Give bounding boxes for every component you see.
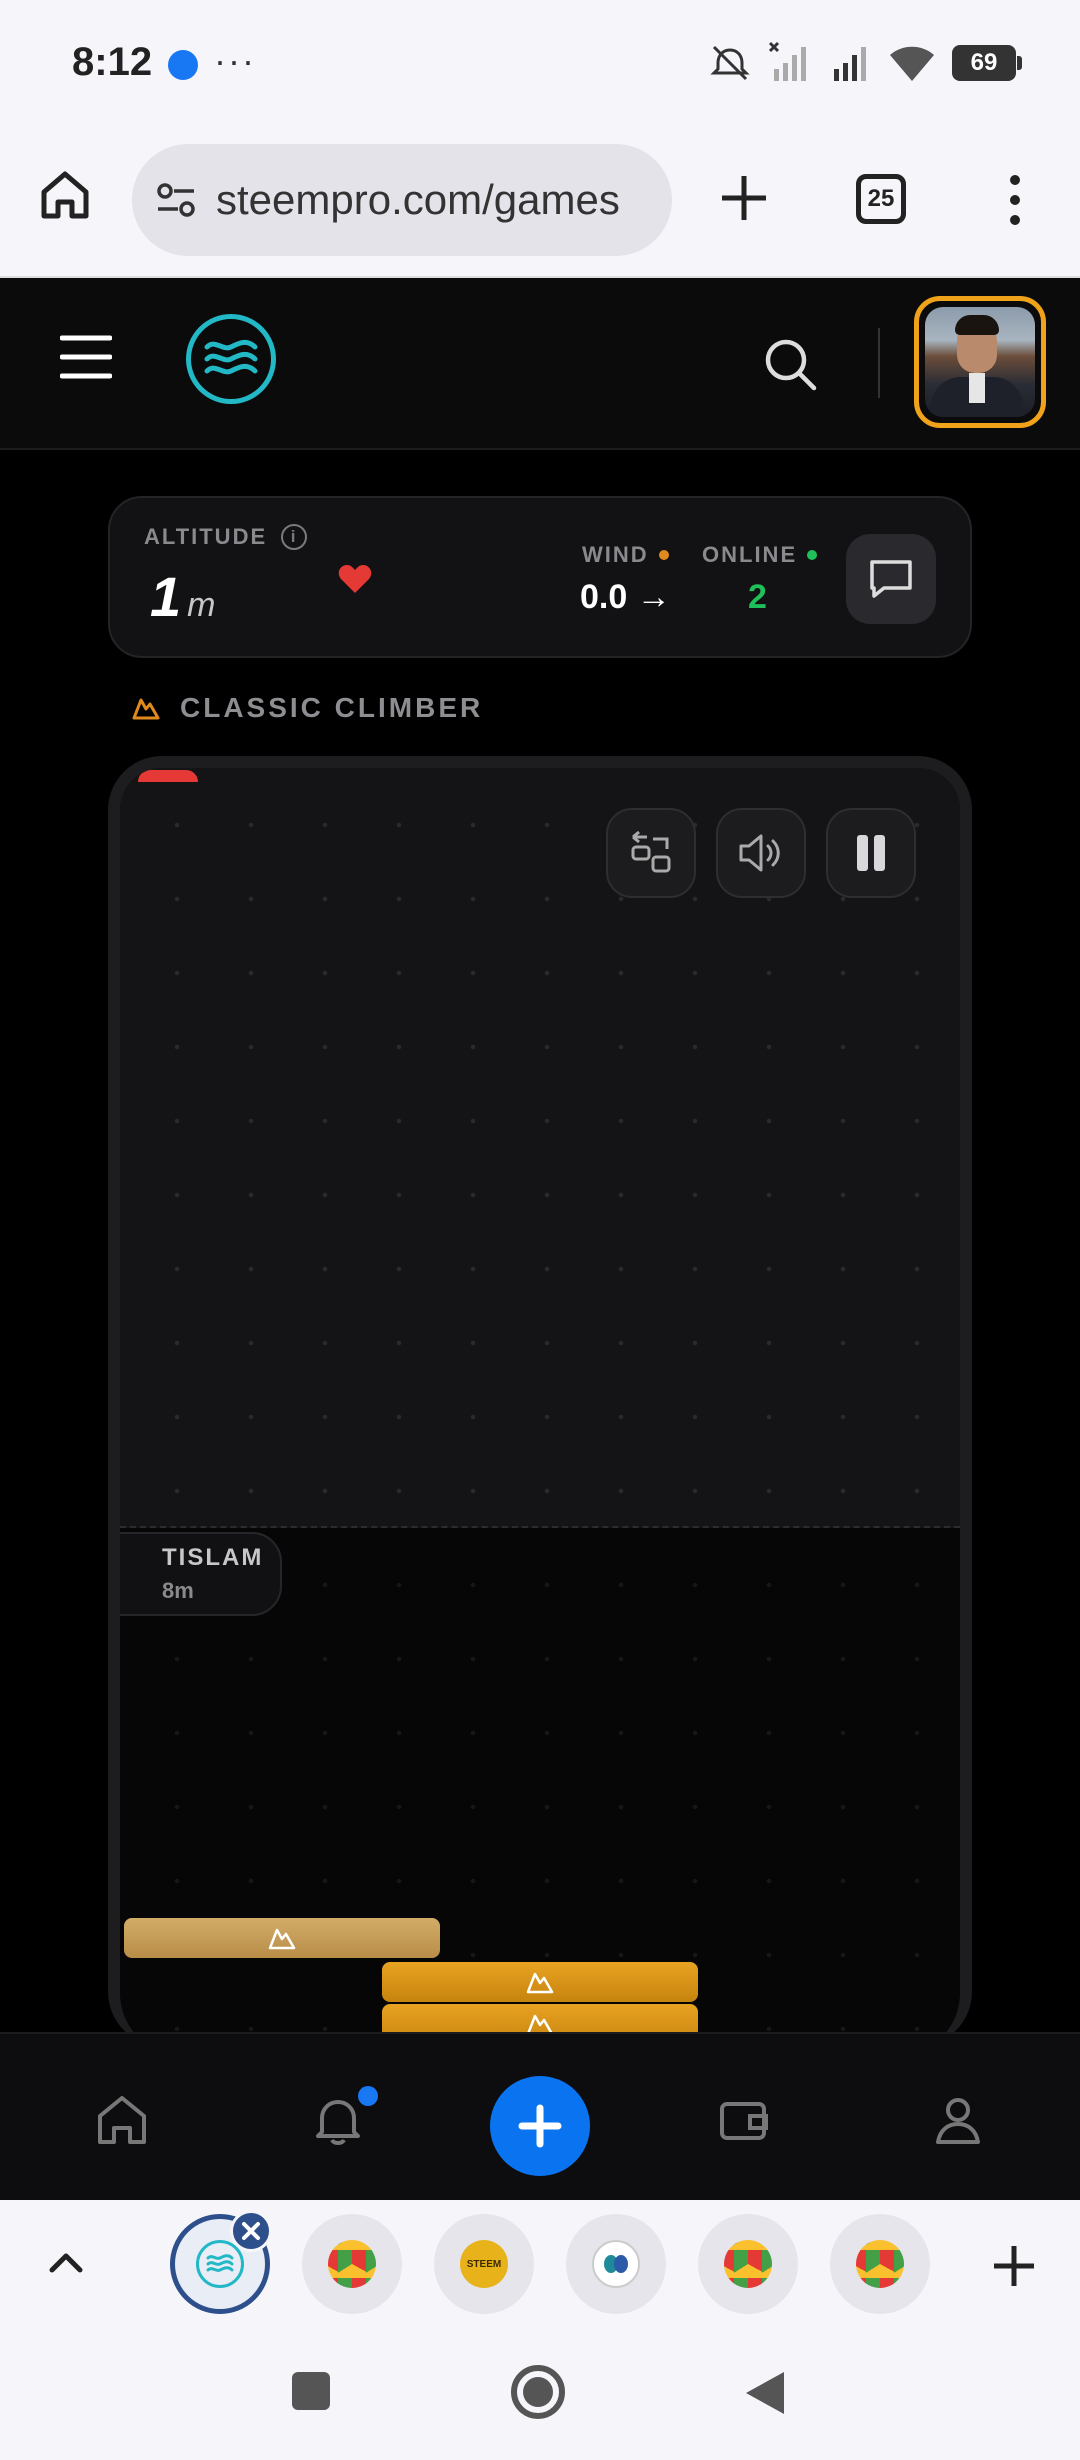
signal-icon <box>834 47 866 81</box>
notification-dot <box>358 2086 378 2106</box>
tower-block <box>124 1918 440 1958</box>
online-label: ONLINE <box>702 542 818 568</box>
new-tab-icon[interactable] <box>716 170 772 226</box>
pause-icon <box>857 835 885 871</box>
home-nav-icon[interactable] <box>510 2364 566 2420</box>
wifi-icon <box>890 46 934 81</box>
app-bottom-nav <box>0 2032 1080 2200</box>
messenger-icon <box>168 50 198 80</box>
player-height-tag: TISLAM 8m <box>120 1532 282 1616</box>
menu-icon[interactable] <box>60 334 112 380</box>
player-name: TISLAM <box>162 1544 264 1571</box>
tab-chrome-1[interactable] <box>302 2214 402 2314</box>
sound-button[interactable] <box>716 808 806 898</box>
browser-toolbar: steempro.com/games 25 <box>0 130 1080 278</box>
game-stats-card: ALTITUDE i 1m WIND ONLINE 0.0 → 2 <box>108 496 972 658</box>
avatar-image <box>925 307 1035 417</box>
search-icon[interactable] <box>762 336 818 392</box>
online-label-text: ONLINE <box>702 542 798 567</box>
pause-button[interactable] <box>826 808 916 898</box>
android-nav-bar <box>0 2330 1080 2460</box>
wind-label: WIND <box>582 542 669 568</box>
app-header <box>0 278 1080 450</box>
mountain-icon <box>132 698 160 720</box>
altitude-value: 1m <box>150 564 215 629</box>
tower-block <box>382 1962 698 2002</box>
browser-menu-icon[interactable] <box>1000 170 1030 230</box>
wind-label-text: WIND <box>582 542 649 567</box>
plus-icon <box>518 2104 562 2148</box>
back-icon[interactable] <box>744 2370 786 2416</box>
user-icon[interactable] <box>930 2092 986 2148</box>
status-icons: 69 <box>708 38 1022 88</box>
ground-line <box>120 1526 960 1528</box>
home-icon[interactable] <box>94 2092 150 2148</box>
tab-switcher-button[interactable]: 25 <box>856 174 906 224</box>
avatar[interactable] <box>914 296 1046 428</box>
info-icon[interactable]: i <box>281 524 308 550</box>
create-post-button[interactable] <box>490 2076 590 2176</box>
battery-indicator: 69 <box>952 45 1022 81</box>
wind-status-dot <box>658 550 669 560</box>
swap-view-button[interactable] <box>606 808 696 898</box>
wind-value: 0.0 → <box>580 578 671 616</box>
progress-marker <box>138 770 198 782</box>
tab-chrome-2[interactable] <box>698 2214 798 2314</box>
steem-badge-favicon: STEEM <box>460 2240 508 2288</box>
tab-steem-badge[interactable]: STEEM <box>434 2214 534 2314</box>
more-notifications-icon: ··· <box>214 40 256 81</box>
add-tab-icon[interactable] <box>990 2242 1038 2290</box>
game-canvas[interactable]: TISLAM 8m <box>108 756 972 2046</box>
tab-chrome-3[interactable] <box>830 2214 930 2314</box>
address-bar[interactable]: steempro.com/games <box>132 144 672 256</box>
status-time: 8:12 <box>72 40 153 84</box>
status-bar: 8:12 ··· 69 <box>0 0 1080 130</box>
browser-home-icon[interactable] <box>36 166 94 224</box>
brain-favicon <box>592 2240 640 2288</box>
close-tab-button[interactable] <box>230 2210 272 2252</box>
mountain-icon <box>526 1972 554 1994</box>
bell-icon[interactable] <box>310 2092 366 2148</box>
chrome-favicon <box>856 2240 904 2288</box>
recents-icon[interactable] <box>290 2370 332 2412</box>
altitude-number: 1 <box>150 565 182 628</box>
chevron-up-icon[interactable] <box>46 2242 86 2282</box>
swap-icon <box>631 831 671 873</box>
chat-button[interactable] <box>846 534 936 624</box>
header-divider <box>878 328 880 398</box>
online-status-dot <box>807 550 818 560</box>
altitude-unit: m <box>187 586 216 624</box>
wallet-icon[interactable] <box>716 2092 772 2148</box>
volume-icon <box>739 834 780 872</box>
steem-waves <box>204 339 258 375</box>
chrome-favicon <box>724 2240 772 2288</box>
close-icon <box>242 2222 260 2240</box>
player-height: 8m <box>162 1578 194 1603</box>
url-text: steempro.com/games <box>216 176 620 223</box>
altitude-label: ALTITUDE i <box>144 524 308 550</box>
vibrate-off-icon <box>710 45 750 81</box>
no-signal-icon <box>768 41 806 81</box>
mode-title-text: CLASSIC CLIMBER <box>180 692 484 723</box>
browser-tab-strip: STEEM <box>0 2200 1080 2330</box>
altitude-label-text: ALTITUDE <box>144 524 268 549</box>
online-count: 2 <box>748 578 767 616</box>
heart-icon <box>338 565 372 593</box>
chrome-favicon <box>328 2240 376 2288</box>
site-settings-icon[interactable] <box>154 178 198 222</box>
game-mode-title: CLASSIC CLIMBER <box>132 692 483 724</box>
steem-logo-icon[interactable] <box>186 314 276 404</box>
mountain-icon <box>268 1928 296 1950</box>
chat-icon <box>870 560 912 598</box>
tab-memory[interactable] <box>566 2214 666 2314</box>
